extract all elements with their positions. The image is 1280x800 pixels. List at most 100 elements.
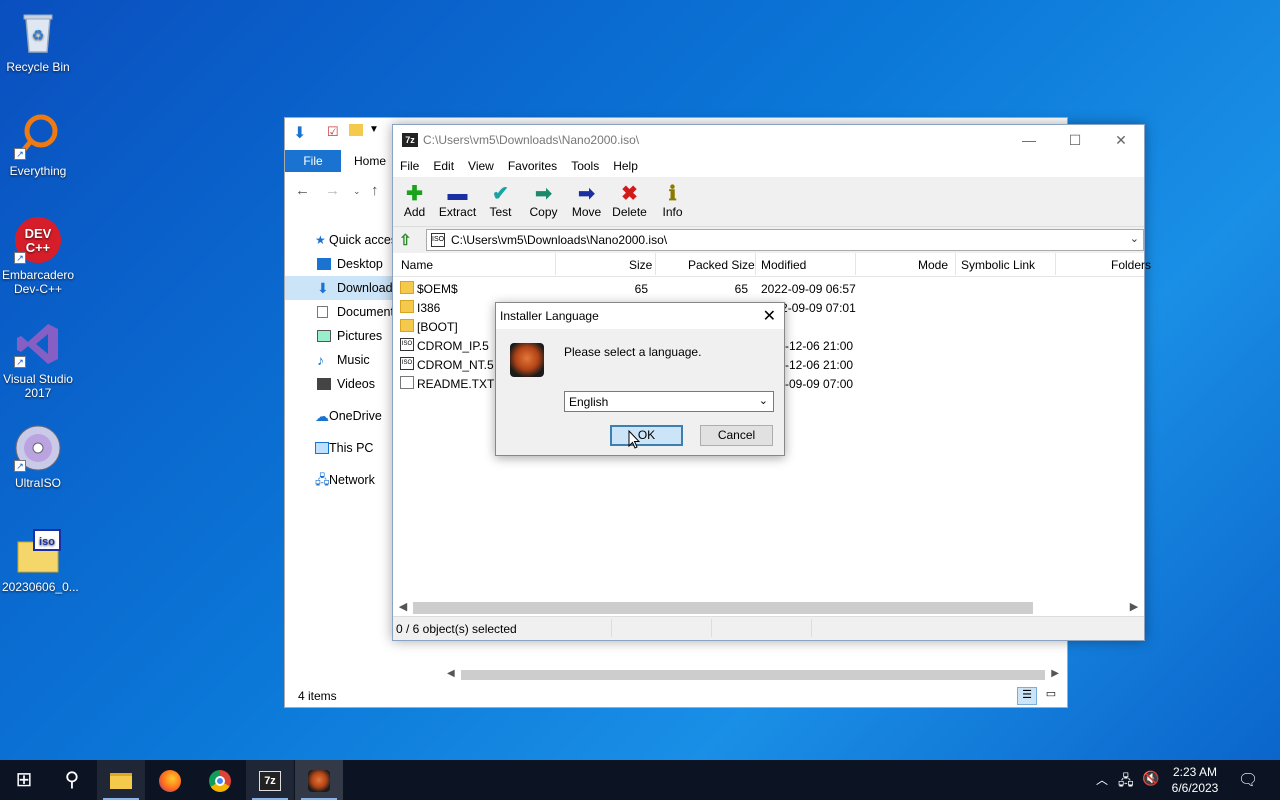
menu-edit[interactable]: Edit <box>426 159 461 173</box>
delete-button[interactable]: ✖ Delete <box>608 178 651 226</box>
scrollbar-thumb[interactable] <box>461 670 1045 680</box>
sidebar-item-downloads[interactable]: ⬇ Downloads <box>285 276 393 300</box>
column-modified[interactable]: Modified <box>761 258 806 272</box>
minimize-button[interactable]: — <box>1006 125 1052 155</box>
extract-button[interactable]: ▬ Extract <box>436 178 479 226</box>
down-arrow-icon[interactable]: ⬇ <box>293 123 306 143</box>
desktop-icon-label: 20230606_0... <box>2 580 79 594</box>
start-button[interactable]: ⊞ <box>0 760 48 800</box>
menu-file[interactable]: File <box>393 159 426 173</box>
recycle-bin-icon: ♻ <box>14 8 62 56</box>
sidebar-item-quick-access[interactable]: ★Quick access <box>285 228 393 252</box>
file-modified: -09-09 07:00 <box>785 377 854 391</box>
tab-home[interactable]: Home <box>345 150 395 172</box>
devcpp-icon: DEV C++ ↗ <box>14 216 62 264</box>
column-folders[interactable]: Folders <box>1111 258 1151 272</box>
table-row[interactable]: $OEM$ 65 65 2022-09-09 06:57 <box>393 279 1144 298</box>
sidebar-item-music[interactable]: ♪ Music <box>285 348 393 372</box>
desktop-icon-iso-file[interactable]: iso 20230606_0... <box>2 528 79 594</box>
large-icons-view-icon[interactable]: ▭ <box>1041 687 1061 705</box>
horizontal-scrollbar[interactable]: ◀ ▶ <box>393 599 1144 616</box>
sidebar-item-network[interactable]: 🖧 Network <box>285 468 393 492</box>
new-folder-icon[interactable] <box>349 124 363 136</box>
language-select[interactable]: English ⌄ <box>564 391 774 412</box>
maximize-button[interactable]: ☐ <box>1052 125 1098 155</box>
path-combobox[interactable]: ISO C:\Users\vm5\Downloads\Nano2000.iso\… <box>426 229 1144 251</box>
menu-help[interactable]: Help <box>606 159 645 173</box>
menu-view[interactable]: View <box>461 159 501 173</box>
horizontal-scrollbar[interactable]: ◀ ▶ <box>445 667 1061 683</box>
dialog-message: Please select a language. <box>564 345 702 359</box>
taskbar-installer[interactable] <box>295 760 343 800</box>
clock[interactable]: 2:23 AM 6/6/2023 <box>1162 764 1228 796</box>
star-icon: ★ <box>315 233 326 247</box>
taskbar-7zip[interactable]: 7z <box>246 760 294 800</box>
column-size[interactable]: Size <box>629 258 652 272</box>
menu-tools[interactable]: Tools <box>564 159 606 173</box>
forward-arrow-icon[interactable]: → <box>325 182 340 199</box>
parent-folder-icon[interactable]: ⇧ <box>399 231 417 249</box>
iso-file-icon: iso <box>14 528 62 576</box>
properties-icon[interactable]: ☑ <box>327 124 339 140</box>
taskbar-firefox[interactable] <box>146 760 194 800</box>
scroll-right-icon[interactable]: ▶ <box>1051 668 1059 679</box>
network-icon[interactable]: 🖧 <box>1118 770 1134 794</box>
column-symbolic-link[interactable]: Symbolic Link <box>961 258 1035 272</box>
add-button[interactable]: ✚ Add <box>393 178 436 226</box>
sidebar-item-desktop[interactable]: Desktop <box>285 252 393 276</box>
installer-language-dialog[interactable]: Installer Language ✕ Please select a lan… <box>495 302 785 456</box>
sidebar-item-documents[interactable]: Documents <box>285 300 393 324</box>
taskbar-file-explorer[interactable] <box>97 760 145 800</box>
chevron-down-icon[interactable]: ⌄ <box>1130 232 1139 245</box>
desktop-icon-recycle-bin[interactable]: ♻ Recycle Bin <box>2 8 74 74</box>
back-arrow-icon[interactable]: ← <box>295 182 310 199</box>
chevron-down-icon[interactable]: ⌄ <box>759 394 768 407</box>
recent-chevron-icon[interactable]: ⌄ <box>353 186 361 197</box>
dialog-title: Installer Language <box>500 309 599 323</box>
cancel-button[interactable]: Cancel <box>700 425 773 446</box>
toolbar-label: Move <box>571 205 602 219</box>
address-bar: ⇧ ISO C:\Users\vm5\Downloads\Nano2000.is… <box>393 227 1144 253</box>
desktop-icon-devcpp[interactable]: DEV C++ ↗ Embarcadero Dev-C++ <box>2 216 74 296</box>
details-view-icon[interactable]: ☰ <box>1017 687 1037 705</box>
file-name: I386 <box>417 301 441 315</box>
selection-status: 0 / 6 object(s) selected <box>396 622 517 636</box>
copy-button[interactable]: ➡ Copy <box>522 178 565 226</box>
status-item-count: 4 items <box>298 689 337 703</box>
ok-button[interactable]: OK <box>610 425 683 446</box>
column-name[interactable]: Name <box>401 258 433 272</box>
close-button[interactable]: ✕ <box>1098 125 1144 155</box>
desktop-icon-everything[interactable]: ↗ Everything <box>2 112 74 178</box>
test-button[interactable]: ✔ Test <box>479 178 522 226</box>
desktop-icon-ultraiso[interactable]: ↗ UltraISO <box>2 424 74 490</box>
chevron-down-icon[interactable]: ▼ <box>369 124 379 135</box>
scroll-right-icon[interactable]: ▶ <box>1126 599 1142 616</box>
action-center-icon[interactable]: 🗨 <box>1238 770 1258 790</box>
sidebar-item-label: Quick access <box>329 233 393 247</box>
scroll-left-icon[interactable]: ◀ <box>447 668 455 679</box>
sidebar-item-onedrive[interactable]: ☁ OneDrive <box>285 404 393 428</box>
ribbon-tabs: File Home <box>285 150 395 172</box>
show-hidden-icons-chevron-icon[interactable]: ︿ <box>1096 771 1108 788</box>
menu-favorites[interactable]: Favorites <box>501 159 564 173</box>
sidebar-item-this-pc[interactable]: This PC <box>285 436 393 460</box>
picture-icon <box>317 330 331 342</box>
taskbar-chrome[interactable] <box>196 760 244 800</box>
svg-text:♻: ♻ <box>32 27 45 43</box>
scrollbar-thumb[interactable] <box>413 602 1033 614</box>
toolbar: ✚ Add ▬ Extract ✔ Test ➡ Copy ➡ Move ✖ Delete … <box>393 177 1144 227</box>
close-icon[interactable]: ✕ <box>763 306 776 326</box>
search-button[interactable]: ⚲ <box>48 760 96 800</box>
move-arrow-icon: ➡ <box>578 183 595 205</box>
column-mode[interactable]: Mode <box>918 258 948 272</box>
sidebar-item-videos[interactable]: Videos <box>285 372 393 396</box>
column-packed-size[interactable]: Packed Size <box>688 258 755 272</box>
info-button[interactable]: ℹ Info <box>651 178 694 226</box>
sidebar-item-pictures[interactable]: Pictures <box>285 324 393 348</box>
volume-muted-icon[interactable]: 🔇 <box>1142 770 1159 787</box>
scroll-left-icon[interactable]: ◀ <box>395 599 411 616</box>
desktop-icon-visual-studio[interactable]: ↗ Visual Studio 2017 <box>2 320 74 400</box>
up-arrow-icon[interactable]: ↑ <box>371 182 379 199</box>
tab-file[interactable]: File <box>285 150 341 172</box>
move-button[interactable]: ➡ Move <box>565 178 608 226</box>
